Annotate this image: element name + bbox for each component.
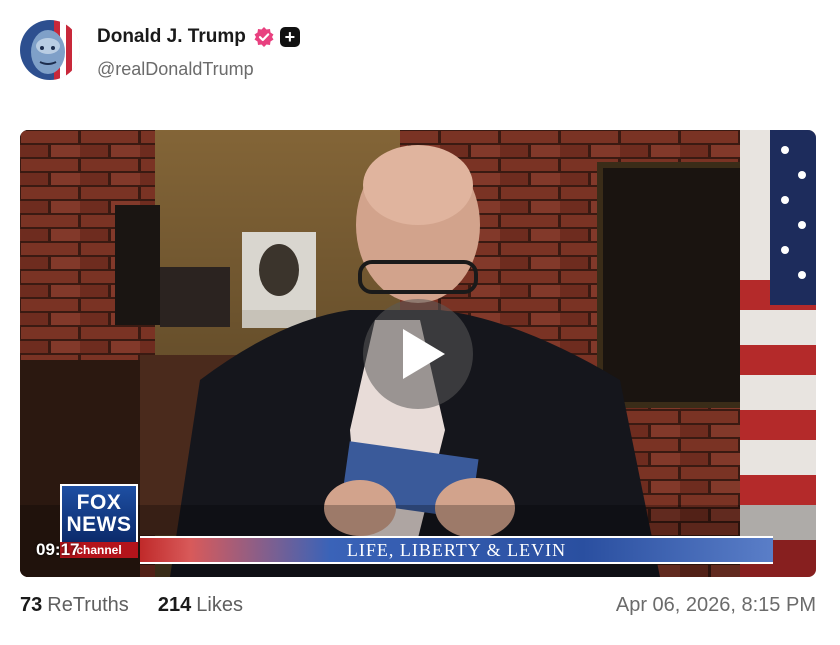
display-name[interactable]: Donald J. Trump [97,26,246,48]
likes-count: 214 [157,594,192,616]
post-date[interactable]: Apr 06, 2026, 8:15 PM [616,594,816,617]
retruths-link[interactable]: 73 ReTruths [20,594,134,616]
likes-label: Likes [196,594,243,616]
lower-third-text: LIFE, LIBERTY & LEVIN [346,540,567,560]
avatar[interactable] [20,20,80,80]
user-handle[interactable]: @realDonaldTrump [97,59,254,80]
retruths-count: 73 [20,594,43,616]
verified-badge-icon [254,27,274,47]
name-row: Donald J. Trump + [97,26,300,48]
lower-third-banner: LIFE, LIBERTY & LEVIN [140,536,773,564]
retruths-label: ReTruths [47,594,129,616]
engagement-stats: 73 ReTruths 214 Likes [20,594,243,617]
likes-link[interactable]: 214 Likes [158,594,243,616]
network-logo-line2: NEWS [66,513,132,536]
network-logo: FOX NEWS [60,484,138,542]
plus-badge-icon: + [279,27,300,47]
play-icon [403,329,445,379]
video-player[interactable]: FOX NEWS channel 09:17 LIFE, LIBERTY & L… [20,130,816,577]
network-logo-line1: FOX [76,491,122,514]
video-timestamp: 09:17 [36,540,80,559]
play-button[interactable] [363,299,473,409]
